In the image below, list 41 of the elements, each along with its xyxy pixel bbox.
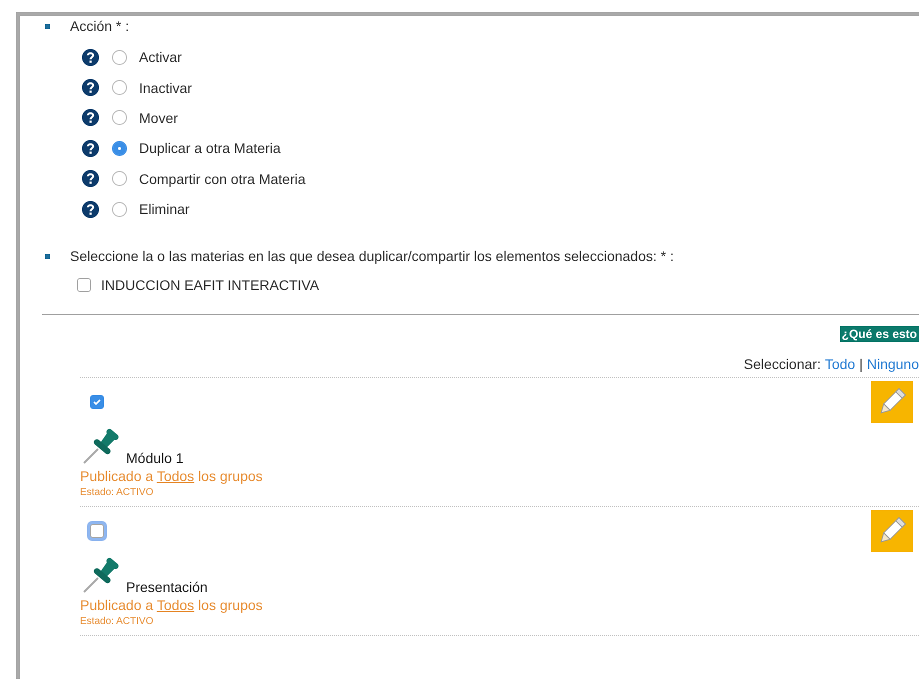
help-icon[interactable]: [82, 79, 99, 96]
published-text: Publicado a Todos los grupos: [80, 597, 264, 614]
help-badge[interactable]: ¿Qué es esto: [840, 326, 919, 342]
groups-link[interactable]: Todos: [156, 468, 194, 484]
radio-button[interactable]: [112, 202, 127, 217]
checkbox[interactable]: [90, 395, 104, 410]
bullet-icon: [45, 254, 50, 259]
help-icon[interactable]: [82, 200, 99, 218]
radio-button[interactable]: [112, 80, 127, 96]
option-label: Duplicar a otra Materia: [139, 140, 281, 156]
published-text: Publicado a Todos los grupos: [80, 468, 264, 484]
select-label: Seleccionar:: [744, 356, 821, 372]
help-icon[interactable]: [82, 109, 99, 126]
select-none-link[interactable]: Ninguno: [866, 356, 919, 372]
field-label: Seleccione la o las materias en las que desea duplicar/compartir los elementos seleccionados: * :: [70, 248, 674, 264]
help-icon[interactable]: [82, 140, 99, 157]
field-label: Acción * :: [70, 18, 130, 34]
option-label: Activar: [139, 49, 182, 66]
select-all-link[interactable]: Todo: [824, 356, 856, 372]
edit-button[interactable]: [871, 381, 913, 424]
edit-button[interactable]: [871, 510, 913, 552]
help-icon[interactable]: [82, 48, 99, 66]
radio-button[interactable]: [112, 50, 127, 65]
item-title: Presentación: [126, 580, 208, 594]
radio-button[interactable]: [112, 140, 127, 156]
help-icon[interactable]: [82, 170, 99, 188]
groups-link[interactable]: Todos: [156, 597, 194, 614]
radio-button[interactable]: [112, 171, 127, 186]
option-label: Mover: [139, 110, 178, 126]
status-text: Estado: ACTIVO: [80, 487, 154, 498]
radio-button[interactable]: [112, 110, 127, 126]
bullet-icon: [45, 24, 50, 28]
status-text: Estado: ACTIVO: [80, 616, 154, 628]
check-icon: [92, 397, 102, 408]
option-label: Compartir con otra Materia: [139, 170, 306, 187]
option-label: INDUCCION EAFIT INTERACTIVA: [101, 277, 320, 294]
option-label: Inactivar: [139, 80, 192, 96]
separator: |: [859, 356, 863, 372]
checkbox[interactable]: [77, 278, 91, 292]
item-title: Módulo 1: [126, 451, 184, 466]
option-label: Eliminar: [139, 201, 190, 218]
